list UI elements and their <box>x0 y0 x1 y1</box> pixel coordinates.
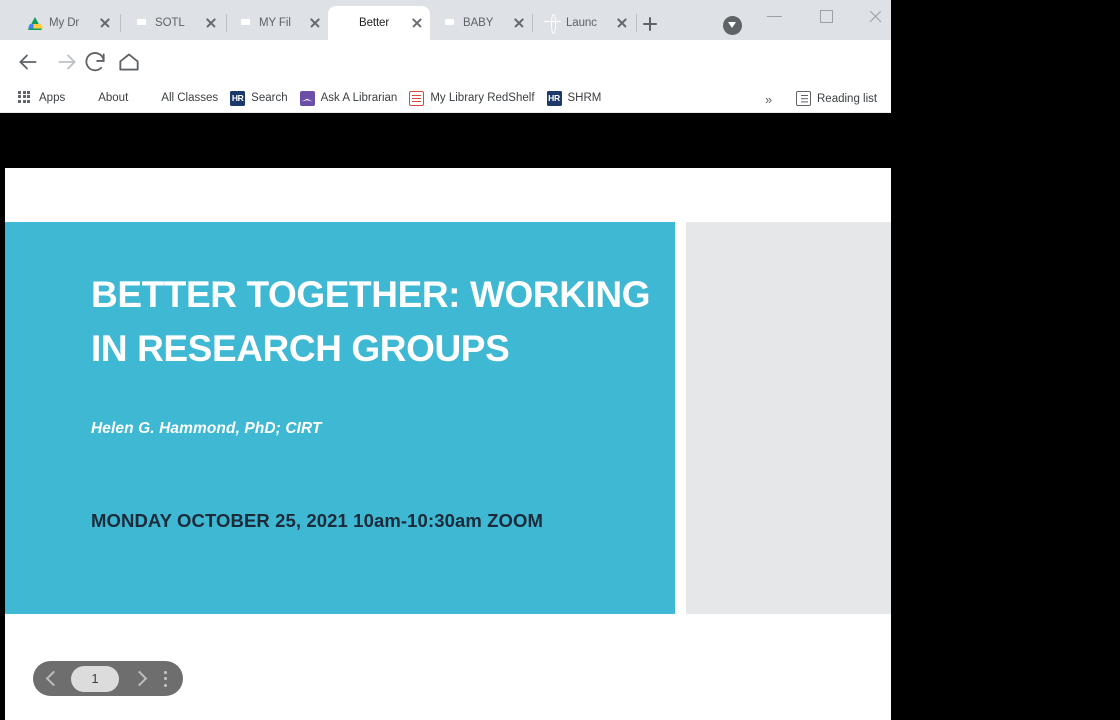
presentation-slide[interactable]: BETTER TOGETHER: WORKING IN RESEARCH GRO… <box>5 222 675 614</box>
browser-window: My Dr SOTL MY Fil Better BABY Launc Apps… <box>0 0 891 116</box>
screen-root: My Dr SOTL MY Fil Better BABY Launc Apps… <box>0 0 1120 720</box>
slide-title: BETTER TOGETHER: WORKING IN RESEARCH GRO… <box>91 274 651 370</box>
tab-label: Launc <box>566 17 597 29</box>
tab-divider <box>120 14 121 32</box>
home-button[interactable] <box>116 49 142 75</box>
hr-icon: HR <box>546 90 562 106</box>
window-minimize-button[interactable] <box>752 0 798 32</box>
bookmark-my-library-redshelf[interactable]: My Library RedShelf <box>405 88 542 109</box>
bookmark-search[interactable]: HR Search <box>226 88 295 109</box>
slide-options-menu-icon[interactable] <box>157 668 175 690</box>
new-tab-button[interactable] <box>639 13 661 35</box>
tab-label: MY Fil <box>259 17 291 29</box>
download-indicator-icon[interactable] <box>723 16 742 35</box>
tab-label: My Dr <box>49 17 80 29</box>
tab-divider <box>532 14 533 32</box>
tab-my-drive[interactable]: My Dr <box>18 6 118 40</box>
reading-list-icon <box>796 91 811 106</box>
globe-icon <box>77 91 92 106</box>
tab-launch[interactable]: Launc <box>535 6 635 40</box>
tab-my-files[interactable]: MY Fil <box>228 6 328 40</box>
slide-subtitle: Helen G. Hammond, PhD; CIRT <box>91 420 322 437</box>
bookmark-apps[interactable]: Apps <box>14 88 73 109</box>
tab-strip: My Dr SOTL MY Fil Better BABY Launc <box>0 0 891 40</box>
bookmark-about[interactable]: About <box>73 88 136 109</box>
tab-label: SOTL <box>155 17 185 29</box>
google-slides-icon <box>442 16 457 31</box>
hr-icon: HR <box>230 90 246 106</box>
window-close-button[interactable] <box>852 0 898 32</box>
window-maximize-button[interactable] <box>804 0 850 32</box>
tab-divider <box>636 14 637 32</box>
tab-label: BABY <box>463 17 494 29</box>
back-button[interactable] <box>15 49 41 75</box>
google-slides-icon <box>338 16 353 31</box>
bookmark-label: Apps <box>39 92 66 104</box>
bookmark-label: All Classes <box>161 92 219 104</box>
tab-sotl[interactable]: SOTL <box>124 6 224 40</box>
slide-side-panel <box>686 222 891 614</box>
slide-date-line: MONDAY OCTOBER 25, 2021 10am-10:30am ZOO… <box>91 510 544 531</box>
bookmark-label: Search <box>251 92 288 104</box>
tab-better-together[interactable]: Better <box>328 6 430 40</box>
next-slide-chevron-icon[interactable] <box>127 668 149 690</box>
bookmarks-overflow-button[interactable]: » <box>760 91 777 108</box>
slide-navigation-bar: 1 <box>33 661 183 696</box>
bookmarks-bar: Apps About All Classes HR Search Ask A L… <box>0 84 891 113</box>
google-drive-icon <box>28 16 43 31</box>
globe-icon <box>140 91 155 106</box>
bookmark-label: Ask A Librarian <box>320 92 398 104</box>
navigation-toolbar: https://docs.google.com/presentation/d/1… <box>0 40 891 116</box>
google-slides-icon <box>134 16 149 31</box>
close-icon[interactable] <box>204 16 218 30</box>
bookmark-label: SHRM <box>567 92 602 104</box>
close-icon[interactable] <box>98 16 112 30</box>
reading-list-button[interactable]: Reading list <box>790 88 883 109</box>
page-viewport: BETTER TOGETHER: WORKING IN RESEARCH GRO… <box>0 113 891 720</box>
tab-divider <box>226 14 227 32</box>
reading-list-label: Reading list <box>817 92 878 105</box>
close-icon[interactable] <box>410 16 424 30</box>
bookmark-shrm[interactable]: HR SHRM <box>543 88 610 109</box>
slide-page-number[interactable]: 1 <box>71 665 119 692</box>
close-icon[interactable] <box>615 16 629 30</box>
bookmark-all-classes[interactable]: All Classes <box>136 88 226 109</box>
tab-label: Better <box>359 17 390 29</box>
bookmark-label: My Library RedShelf <box>430 92 535 104</box>
redshelf-icon <box>409 90 425 106</box>
previous-slide-chevron-icon[interactable] <box>41 668 63 690</box>
bookmark-label: About <box>98 92 129 104</box>
apps-grid-icon <box>18 90 33 106</box>
globe-icon <box>545 16 560 31</box>
bookmark-ask-a-librarian[interactable]: Ask A Librarian <box>296 88 406 109</box>
reload-button[interactable] <box>82 49 108 75</box>
close-icon[interactable] <box>512 16 526 30</box>
forward-button[interactable] <box>54 49 80 75</box>
librarian-icon <box>299 90 315 106</box>
close-icon[interactable] <box>308 16 322 30</box>
google-slides-icon <box>238 16 253 31</box>
tab-baby[interactable]: BABY <box>432 6 532 40</box>
